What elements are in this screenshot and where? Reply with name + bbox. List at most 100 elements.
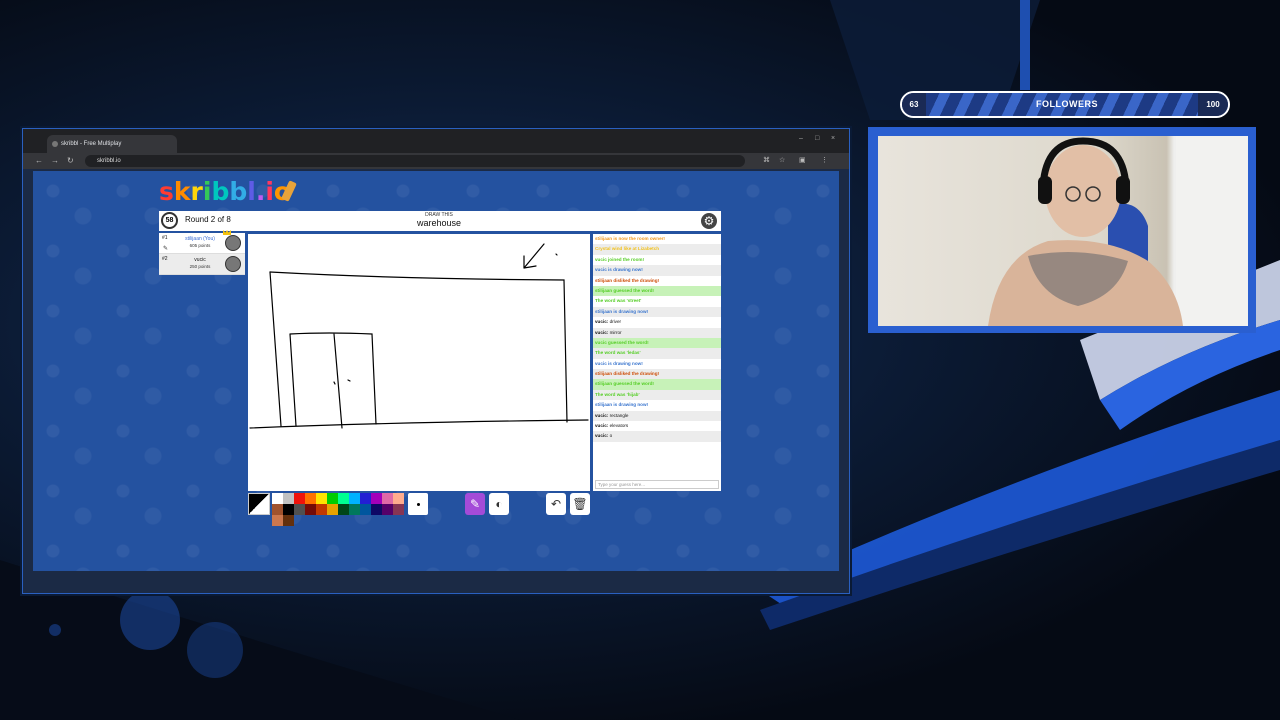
close-window-button[interactable]: × [831,135,835,142]
brush-size-button[interactable] [408,493,428,515]
translate-icon[interactable]: ⌘ [763,156,770,164]
chat-text: mirror [609,329,622,335]
color-swatch[interactable] [316,493,327,504]
color-swatch[interactable] [360,493,371,504]
menu-icon[interactable]: ⋮ [821,156,828,164]
favicon-icon [52,141,58,147]
color-swatch[interactable] [338,493,349,504]
player-rank: #2 [162,256,168,262]
logo-letter: b [211,177,230,206]
maximize-button[interactable]: □ [815,135,819,142]
chat-text: The word was 'hijab' [595,391,640,397]
player-avatar [225,256,241,272]
chat-message: stilijaan is drawing now! [593,400,721,410]
minimize-button[interactable]: – [799,135,803,142]
chat-message: stilijaan disliked the drawing! [593,369,721,380]
color-swatch[interactable] [327,493,338,504]
chat-text: vucic guessed the word! [595,339,649,345]
color-swatch[interactable] [349,504,360,515]
color-swatch[interactable] [305,504,316,515]
logo-letter: l [247,177,256,206]
undo-icon[interactable]: ↶ [546,493,566,515]
chat-message: vucic joined the room! [593,255,721,265]
chat-message: The word was 'hijab' [593,389,721,401]
color-swatch[interactable] [283,504,294,515]
chat-user: vucic: [595,412,610,418]
reload-icon[interactable]: ↻ [67,156,74,166]
player-avatar [225,235,241,251]
color-swatch[interactable] [349,493,360,504]
followers-current: 63 [902,93,926,116]
player-points: 250 points [189,264,211,269]
logo-letter: k [173,177,191,206]
pen-icon[interactable]: ✎ [465,493,485,515]
skribbl-page: skribbl.io 58 Round 2 of 8 DRAW THIS war… [33,171,839,571]
fill-bucket-icon[interactable]: ◐ [489,493,509,515]
skribbl-logo: skribbl.io [159,177,291,206]
bookmark-star-icon[interactable]: ☆ [779,156,785,164]
logo-letter: b [229,177,248,206]
drawing-pencil-icon: ✎ [163,246,169,252]
forward-icon[interactable]: → [51,156,59,166]
color-swatch[interactable] [371,504,382,515]
current-color-preview[interactable] [248,493,270,515]
extensions-icon[interactable]: ▣ [799,156,806,164]
chat-text: stilijaan disliked the drawing! [595,277,660,283]
chat-message: The word was 'ledas' [593,348,721,359]
color-swatch[interactable] [272,504,283,515]
chat-text: driver [609,319,622,325]
address-bar[interactable]: skribbl.io [85,155,745,167]
drawing-strokes [249,243,589,429]
chat-text: stilijaan is now the room owner! [595,236,665,241]
chat-text: rectangle [609,412,629,418]
chat-message: stilijaan disliked the drawing! [593,276,721,286]
color-swatch[interactable] [305,493,316,504]
color-swatch[interactable] [393,504,404,515]
round-indicator: Round 2 of 8 [185,215,231,224]
followers-label: FOLLOWERS [1036,99,1098,109]
browser-window: skribbl - Free Multiplay – □ × ← → ↻ skr… [22,128,850,594]
chat-text: vucic is drawing now! [595,267,643,273]
stroke-ground [249,419,589,429]
color-swatch[interactable] [283,493,294,504]
color-swatch[interactable] [393,493,404,504]
followers-goal: 100 [1198,93,1228,116]
timer-clock-icon: 58 [161,212,178,229]
guess-input[interactable]: Type your guess here... [595,480,719,489]
chat-text: elevators [609,423,629,429]
browser-tab[interactable]: skribbl - Free Multiplay [47,135,177,153]
chat-message: stilijaan is now the room owner! [593,234,721,244]
color-swatch[interactable] [294,504,305,515]
color-swatch[interactable] [360,504,371,515]
chat-message: vucic is drawing now! [593,359,721,369]
color-swatch[interactable] [327,504,338,515]
game-header: 58 Round 2 of 8 DRAW THIS warehouse ⚙ [159,211,721,231]
player-name: stilijaan (You) [185,236,215,242]
chat-text: vucic joined the room! [595,256,645,262]
url-text: skribbl.io [97,158,121,164]
player-rank: #1 [162,235,168,241]
color-swatch[interactable] [371,493,382,504]
color-swatch[interactable] [272,515,283,526]
trash-icon[interactable]: 🗑 [570,493,590,515]
color-swatch[interactable] [316,504,327,515]
drawing-canvas[interactable] [248,234,590,491]
chat-message: stilijaan is drawing now! [593,306,721,318]
color-swatch[interactable] [382,504,393,515]
player-row[interactable]: #2 vucic 250 points [159,254,245,275]
color-swatch[interactable] [272,493,283,504]
settings-gear-icon[interactable]: ⚙ [701,213,717,229]
chat-panel: stilijaan is now the room owner! Crystal … [593,234,721,491]
color-palette [272,493,404,526]
back-icon[interactable]: ← [35,156,43,166]
color-swatch[interactable] [382,493,393,504]
chat-text: vucic is drawing now! [595,360,643,366]
logo-letter: r [190,177,203,206]
current-word: warehouse [416,218,462,228]
color-swatch[interactable] [283,515,294,526]
stroke-building-outline [269,271,568,423]
player-row[interactable]: #1 ✎ stilijaan (You) 605 points [159,230,245,254]
color-swatch[interactable] [294,493,305,504]
color-swatch[interactable] [338,504,349,515]
chat-message: vucic: elevators [593,421,721,431]
